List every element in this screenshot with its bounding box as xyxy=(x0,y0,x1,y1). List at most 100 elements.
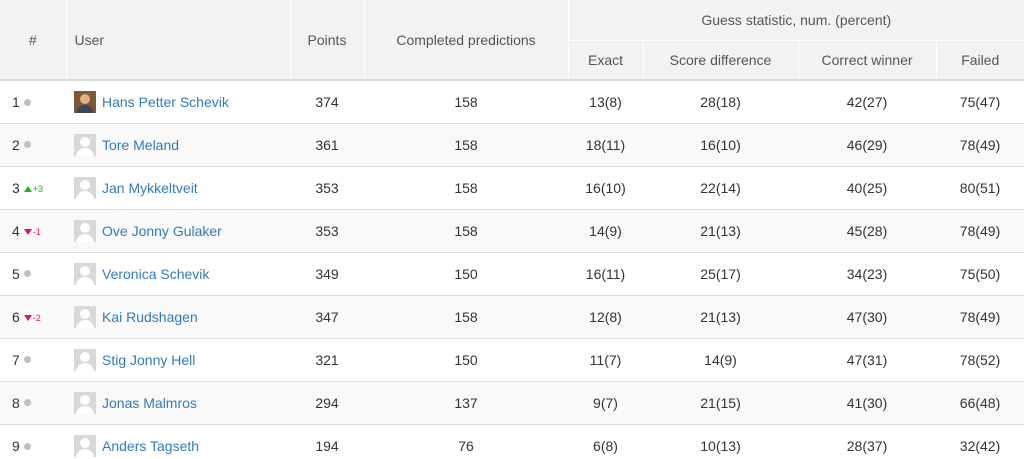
user-link[interactable]: Hans Petter Schevik xyxy=(102,94,229,110)
user-link[interactable]: Anders Tagseth xyxy=(102,438,199,454)
points-cell: 374 xyxy=(290,79,364,123)
header-completed-predictions[interactable]: Completed predictions xyxy=(363,0,568,81)
trend-up-indicator: +3 xyxy=(23,183,44,194)
correct-winner-cell: 40(25) xyxy=(798,165,936,209)
failed-cell: 78(49) xyxy=(936,294,1024,338)
trend-down-indicator: -2 xyxy=(23,313,41,323)
rank-number: 7 xyxy=(12,351,20,368)
user-link[interactable]: Veronica Schevik xyxy=(102,266,209,282)
correct-winner-cell: 28(37) xyxy=(798,423,936,459)
user-cell: Tore Meland xyxy=(66,122,290,166)
header-rank[interactable]: # xyxy=(0,0,66,81)
table-row: 4 -1 Ove Jonny Gulaker 353 158 14(9) 21(1… xyxy=(0,208,1024,252)
rank-cell: 7 xyxy=(0,337,66,381)
user-cell: Kai Rudshagen xyxy=(66,294,290,338)
points-cell: 347 xyxy=(290,294,364,338)
score-difference-cell: 10(13) xyxy=(643,423,798,459)
header-score-difference[interactable]: Score difference xyxy=(642,40,798,81)
failed-cell: 78(52) xyxy=(936,337,1024,381)
failed-cell: 80(51) xyxy=(936,165,1024,209)
correct-winner-cell: 46(29) xyxy=(798,122,936,166)
user-link[interactable]: Jonas Malmros xyxy=(102,395,197,411)
table-row: 3 +3 Jan Mykkeltveit 353 158 16(10) 22(14… xyxy=(0,165,1024,209)
completed-cell: 150 xyxy=(364,337,568,381)
header-guess-statistic: Guess statistic, num. (percent) xyxy=(567,0,1024,41)
completed-cell: 158 xyxy=(364,165,568,209)
rank-number: 6 xyxy=(12,308,20,325)
no-change-dot-icon xyxy=(23,356,31,364)
avatar[interactable] xyxy=(74,305,96,328)
avatar[interactable] xyxy=(74,262,96,285)
completed-cell: 158 xyxy=(364,208,568,252)
header-failed[interactable]: Failed xyxy=(935,40,1024,81)
user-cell: Jan Mykkeltveit xyxy=(66,165,290,209)
score-difference-cell: 25(17) xyxy=(643,251,798,295)
avatar[interactable] xyxy=(74,348,96,371)
failed-cell: 75(47) xyxy=(936,79,1024,123)
rank-number: 3 xyxy=(12,179,20,196)
table-row: 7 Stig Jonny Hell 321 150 11(7) 14(9) 47… xyxy=(0,337,1024,381)
trend-value: -1 xyxy=(32,226,41,237)
completed-cell: 158 xyxy=(364,122,568,166)
table-row: 2 Tore Meland 361 158 18(11) 16(10) 46(2… xyxy=(0,122,1024,166)
correct-winner-cell: 45(28) xyxy=(798,208,936,252)
avatar[interactable] xyxy=(74,434,96,457)
exact-cell: 14(9) xyxy=(568,208,643,252)
rank-cell: 3 +3 xyxy=(0,165,66,209)
points-cell: 353 xyxy=(290,208,364,252)
points-cell: 361 xyxy=(290,122,364,166)
no-change-dot-icon xyxy=(23,141,31,149)
avatar[interactable] xyxy=(74,133,96,156)
rank-number: 5 xyxy=(12,265,20,282)
user-link[interactable]: Tore Meland xyxy=(102,137,179,153)
score-difference-cell: 16(10) xyxy=(643,122,798,166)
user-cell: Stig Jonny Hell xyxy=(66,337,290,381)
header-correct-winner[interactable]: Correct winner xyxy=(797,40,936,81)
user-cell: Jonas Malmros xyxy=(66,380,290,424)
correct-winner-cell: 41(30) xyxy=(798,380,936,424)
rank-number: 8 xyxy=(12,394,20,411)
user-link[interactable]: Kai Rudshagen xyxy=(102,309,198,325)
completed-cell: 137 xyxy=(364,380,568,424)
header-exact[interactable]: Exact xyxy=(567,40,643,81)
avatar[interactable] xyxy=(74,176,96,199)
failed-cell: 66(48) xyxy=(936,380,1024,424)
rank-number: 1 xyxy=(12,93,20,110)
table-row: 9 Anders Tagseth 194 76 6(8) 10(13) 28(3… xyxy=(0,423,1024,459)
header-points[interactable]: Points xyxy=(289,0,364,81)
failed-cell: 78(49) xyxy=(936,208,1024,252)
exact-cell: 18(11) xyxy=(568,122,643,166)
header-user[interactable]: User xyxy=(65,0,290,81)
user-link[interactable]: Jan Mykkeltveit xyxy=(102,180,198,196)
score-difference-cell: 21(13) xyxy=(643,208,798,252)
user-link[interactable]: Stig Jonny Hell xyxy=(102,352,195,368)
exact-cell: 11(7) xyxy=(568,337,643,381)
user-cell: Ove Jonny Gulaker xyxy=(66,208,290,252)
points-cell: 294 xyxy=(290,380,364,424)
completed-cell: 158 xyxy=(364,294,568,338)
exact-cell: 16(11) xyxy=(568,251,643,295)
score-difference-cell: 28(18) xyxy=(643,79,798,123)
avatar[interactable] xyxy=(74,219,96,242)
rank-cell: 2 xyxy=(0,122,66,166)
rank-cell: 9 xyxy=(0,423,66,459)
rank-number: 9 xyxy=(12,437,20,454)
table-row: 1 Hans Petter Schevik 374 158 13(8) 28(1… xyxy=(0,79,1024,123)
avatar[interactable] xyxy=(74,90,96,113)
rank-cell: 8 xyxy=(0,380,66,424)
failed-cell: 78(49) xyxy=(936,122,1024,166)
user-link[interactable]: Ove Jonny Gulaker xyxy=(102,223,222,239)
score-difference-cell: 22(14) xyxy=(643,165,798,209)
rank-cell: 6 -2 xyxy=(0,294,66,338)
score-difference-cell: 14(9) xyxy=(643,337,798,381)
failed-cell: 75(50) xyxy=(936,251,1024,295)
avatar[interactable] xyxy=(74,391,96,414)
rank-cell: 4 -1 xyxy=(0,208,66,252)
correct-winner-cell: 47(31) xyxy=(798,337,936,381)
no-change-dot-icon xyxy=(23,442,31,450)
table-row: 5 Veronica Schevik 349 150 16(11) 25(17)… xyxy=(0,251,1024,295)
user-cell: Hans Petter Schevik xyxy=(66,79,290,123)
completed-cell: 158 xyxy=(364,79,568,123)
trend-value: +3 xyxy=(32,183,44,194)
points-cell: 194 xyxy=(290,423,364,459)
